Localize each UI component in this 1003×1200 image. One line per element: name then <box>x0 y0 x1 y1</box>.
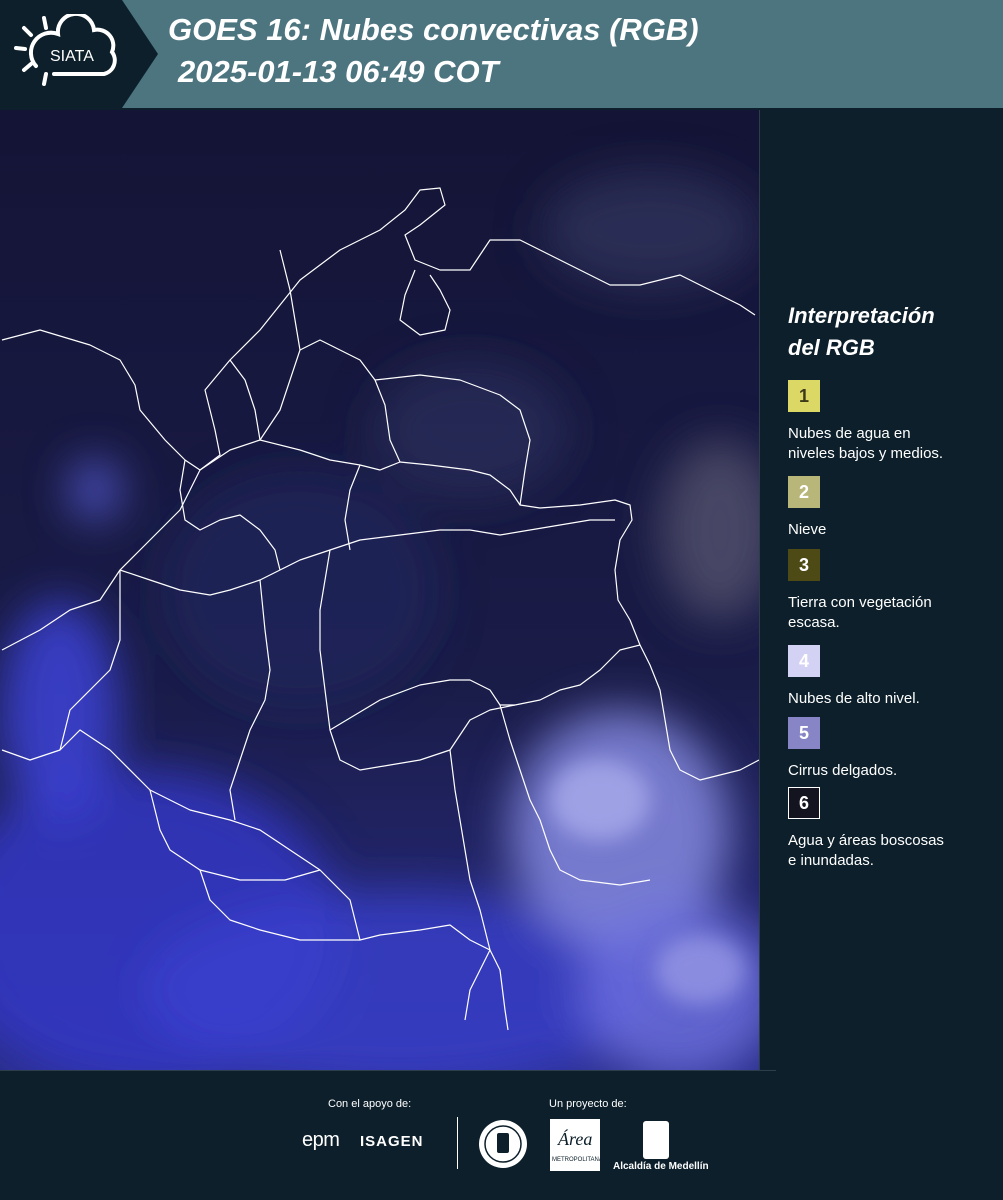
legend-label: Nieve <box>788 520 826 540</box>
logo-text: SIATA <box>50 48 94 65</box>
area-metropolitana-logo: Área <box>550 1119 600 1171</box>
footer: Con el apoyo de: Un proyecto de: epm ISA… <box>0 1071 1003 1200</box>
legend-item: 4 Nubes de alto nivel. <box>788 645 920 709</box>
alcaldia-label: Alcaldía de Medellín <box>613 1161 709 1172</box>
legend-label-line1: Agua y áreas boscosas <box>788 832 944 849</box>
legend-swatch: 6 <box>788 787 820 819</box>
legend-item: 5 Cirrus delgados. <box>788 717 897 781</box>
legend-swatch: 3 <box>788 549 820 581</box>
siata-logo: SIATA <box>14 14 117 86</box>
legend-item: 2 Nieve <box>788 476 826 540</box>
rgb-legend: Interpretación del RGB 1 Nubes de agua en… <box>788 300 993 869</box>
legend-swatch: 2 <box>788 476 820 508</box>
legend-title-line2: del RGB <box>788 335 875 360</box>
isagen-logo: ISAGEN <box>360 1133 424 1150</box>
legend-label-line1: Nubes de agua en <box>788 425 911 442</box>
header-bar: SIATA GOES 16: Nubes convectivas (RGB) 2… <box>0 0 1003 108</box>
legend-title: Interpretación del RGB <box>788 300 993 364</box>
support-caption: Con el apoyo de: <box>328 1098 412 1110</box>
legend-item: 3 Tierra con vegetación escasa. <box>788 549 932 633</box>
legend-label-line1: Nieve <box>788 521 827 538</box>
legend-label: Tierra con vegetación escasa. <box>788 593 932 633</box>
legend-label: Nubes de agua en niveles bajos y medios. <box>788 424 943 464</box>
legend-title-line1: Interpretación <box>788 303 935 328</box>
legend-label: Cirrus delgados. <box>788 761 897 781</box>
legend-item: 6 Agua y áreas boscosas e inundadas. <box>788 787 944 871</box>
legend-label-line1: Nubes de alto nivel. <box>788 690 920 707</box>
legend-swatch: 5 <box>788 717 820 749</box>
legend-label-line1: Cirrus delgados. <box>788 762 898 779</box>
alcaldia-crest-icon <box>643 1121 669 1159</box>
satellite-map <box>0 110 759 1070</box>
medellin-seal-icon <box>479 1120 527 1168</box>
area-logo-text: Área <box>558 1129 593 1149</box>
area-logo-caption: METROPOLITANA <box>552 1157 603 1163</box>
legend-item: 1 Nubes de agua en niveles bajos y medios. <box>788 380 943 464</box>
legend-label-line1: Tierra con vegetación <box>788 594 932 611</box>
legend-label-line2: e inundadas. <box>788 852 874 869</box>
epm-logo: epm <box>302 1129 340 1151</box>
legend-swatch: 4 <box>788 645 820 677</box>
legend-label: Nubes de alto nivel. <box>788 689 920 709</box>
page-title: GOES 16: Nubes convectivas (RGB) <box>168 12 699 47</box>
legend-label: Agua y áreas boscosas e inundadas. <box>788 831 944 871</box>
legend-label-line2: escasa. <box>788 614 840 631</box>
sidebar-divider <box>759 110 760 1070</box>
project-caption: Un proyecto de: <box>549 1098 627 1110</box>
legend-swatch: 1 <box>788 380 820 412</box>
page-timestamp: 2025-01-13 06:49 COT <box>178 54 499 89</box>
footer-separator <box>457 1117 458 1169</box>
legend-label-line2: niveles bajos y medios. <box>788 445 944 462</box>
